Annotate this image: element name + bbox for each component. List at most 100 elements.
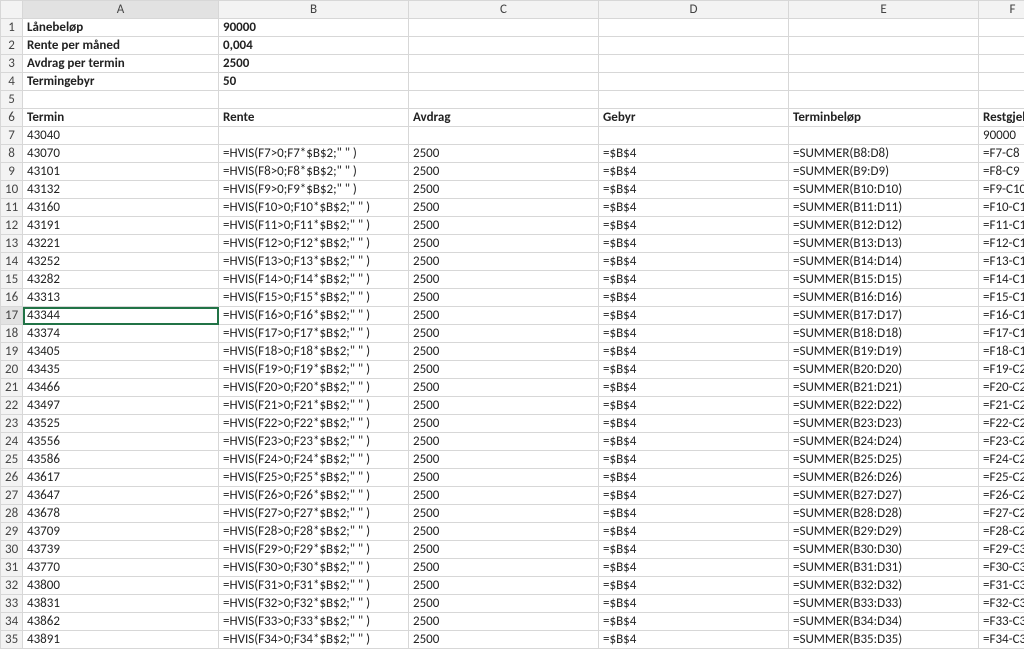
row-header-30[interactable]: 30 xyxy=(1,541,23,559)
cell-E13[interactable]: =SUMMER(B13:D13) xyxy=(789,235,979,253)
cell-E4[interactable] xyxy=(789,73,979,91)
cell-E10[interactable]: =SUMMER(B10:D10) xyxy=(789,181,979,199)
cell-A13[interactable]: 43221 xyxy=(23,235,219,253)
cell-B33[interactable]: =HVIS(F32>0;F32*$B$2;" " ) xyxy=(219,595,409,613)
cell-D8[interactable]: =$B$4 xyxy=(599,145,789,163)
cell-D15[interactable]: =$B$4 xyxy=(599,271,789,289)
cell-B1[interactable]: 90000 xyxy=(219,19,409,37)
cell-B23[interactable]: =HVIS(F22>0;F22*$B$2;" " ) xyxy=(219,415,409,433)
cell-D7[interactable] xyxy=(599,127,789,145)
column-header-D[interactable]: D xyxy=(599,1,789,19)
cell-D34[interactable]: =$B$4 xyxy=(599,613,789,631)
cell-F27[interactable]: =F26-C27 xyxy=(979,487,1024,505)
cell-C21[interactable]: 2500 xyxy=(409,379,599,397)
cell-F28[interactable]: =F27-C28 xyxy=(979,505,1024,523)
cell-E1[interactable] xyxy=(789,19,979,37)
row-header-19[interactable]: 19 xyxy=(1,343,23,361)
cell-E22[interactable]: =SUMMER(B22:D22) xyxy=(789,397,979,415)
cell-F23[interactable]: =F22-C23 xyxy=(979,415,1024,433)
cell-A5[interactable] xyxy=(23,91,219,109)
cell-D33[interactable]: =$B$4 xyxy=(599,595,789,613)
cell-E15[interactable]: =SUMMER(B15:D15) xyxy=(789,271,979,289)
cell-F32[interactable]: =F31-C32 xyxy=(979,577,1024,595)
cell-D35[interactable]: =$B$4 xyxy=(599,631,789,649)
cell-B26[interactable]: =HVIS(F25>0;F25*$B$2;" " ) xyxy=(219,469,409,487)
cell-D11[interactable]: =$B$4 xyxy=(599,199,789,217)
cell-D32[interactable]: =$B$4 xyxy=(599,577,789,595)
cell-F14[interactable]: =F13-C14 xyxy=(979,253,1024,271)
cell-C16[interactable]: 2500 xyxy=(409,289,599,307)
row-header-35[interactable]: 35 xyxy=(1,631,23,649)
row-header-32[interactable]: 32 xyxy=(1,577,23,595)
cell-B27[interactable]: =HVIS(F26>0;F26*$B$2;" " ) xyxy=(219,487,409,505)
cell-C31[interactable]: 2500 xyxy=(409,559,599,577)
cell-F5[interactable] xyxy=(979,91,1024,109)
cell-B29[interactable]: =HVIS(F28>0;F28*$B$2;" " ) xyxy=(219,523,409,541)
cell-B24[interactable]: =HVIS(F23>0;F23*$B$2;" " ) xyxy=(219,433,409,451)
cell-C27[interactable]: 2500 xyxy=(409,487,599,505)
cell-A35[interactable]: 43891 xyxy=(23,631,219,649)
cell-C2[interactable] xyxy=(409,37,599,55)
row-header-10[interactable]: 10 xyxy=(1,181,23,199)
cell-D24[interactable]: =$B$4 xyxy=(599,433,789,451)
cell-A33[interactable]: 43831 xyxy=(23,595,219,613)
row-header-22[interactable]: 22 xyxy=(1,397,23,415)
cell-C35[interactable]: 2500 xyxy=(409,631,599,649)
cell-B28[interactable]: =HVIS(F27>0;F27*$B$2;" " ) xyxy=(219,505,409,523)
cell-A23[interactable]: 43525 xyxy=(23,415,219,433)
cell-D16[interactable]: =$B$4 xyxy=(599,289,789,307)
cell-C12[interactable]: 2500 xyxy=(409,217,599,235)
cell-F22[interactable]: =F21-C22 xyxy=(979,397,1024,415)
cell-A9[interactable]: 43101 xyxy=(23,163,219,181)
cell-E5[interactable] xyxy=(789,91,979,109)
cell-D20[interactable]: =$B$4 xyxy=(599,361,789,379)
cell-F34[interactable]: =F33-C34 xyxy=(979,613,1024,631)
cell-F10[interactable]: =F9-C10 xyxy=(979,181,1024,199)
cell-C14[interactable]: 2500 xyxy=(409,253,599,271)
row-header-21[interactable]: 21 xyxy=(1,379,23,397)
row-header-11[interactable]: 11 xyxy=(1,199,23,217)
spreadsheet-grid[interactable]: ABCDEF 1Lånebeløp900002Rente per måned0,… xyxy=(0,0,1024,649)
cell-A3[interactable]: Avdrag per termin xyxy=(23,55,219,73)
cell-B10[interactable]: =HVIS(F9>0;F9*$B$2;" " ) xyxy=(219,181,409,199)
row-header-15[interactable]: 15 xyxy=(1,271,23,289)
cell-A19[interactable]: 43405 xyxy=(23,343,219,361)
cell-F7[interactable]: 90000 xyxy=(979,127,1024,145)
cell-F35[interactable]: =F34-C35 xyxy=(979,631,1024,649)
cell-F2[interactable] xyxy=(979,37,1024,55)
cell-F29[interactable]: =F28-C29 xyxy=(979,523,1024,541)
cell-F16[interactable]: =F15-C16 xyxy=(979,289,1024,307)
cell-E23[interactable]: =SUMMER(B23:D23) xyxy=(789,415,979,433)
cell-B16[interactable]: =HVIS(F15>0;F15*$B$2;" " ) xyxy=(219,289,409,307)
cell-B8[interactable]: =HVIS(F7>0;F7*$B$2;" " ) xyxy=(219,145,409,163)
cell-B35[interactable]: =HVIS(F34>0;F34*$B$2;" " ) xyxy=(219,631,409,649)
cell-C25[interactable]: 2500 xyxy=(409,451,599,469)
cell-B3[interactable]: 2500 xyxy=(219,55,409,73)
cell-B22[interactable]: =HVIS(F21>0;F21*$B$2;" " ) xyxy=(219,397,409,415)
cell-F6[interactable]: Restgjeld xyxy=(979,109,1024,127)
cell-E29[interactable]: =SUMMER(B29:D29) xyxy=(789,523,979,541)
cell-C3[interactable] xyxy=(409,55,599,73)
cell-D28[interactable]: =$B$4 xyxy=(599,505,789,523)
cell-B32[interactable]: =HVIS(F31>0;F31*$B$2;" " ) xyxy=(219,577,409,595)
cell-C30[interactable]: 2500 xyxy=(409,541,599,559)
cell-E7[interactable] xyxy=(789,127,979,145)
cell-C26[interactable]: 2500 xyxy=(409,469,599,487)
cell-F15[interactable]: =F14-C15 xyxy=(979,271,1024,289)
row-header-13[interactable]: 13 xyxy=(1,235,23,253)
cell-F19[interactable]: =F18-C19 xyxy=(979,343,1024,361)
column-header-A[interactable]: A xyxy=(23,1,219,19)
cell-F18[interactable]: =F17-C18 xyxy=(979,325,1024,343)
row-header-2[interactable]: 2 xyxy=(1,37,23,55)
cell-D12[interactable]: =$B$4 xyxy=(599,217,789,235)
cell-C4[interactable] xyxy=(409,73,599,91)
cell-C34[interactable]: 2500 xyxy=(409,613,599,631)
cell-B11[interactable]: =HVIS(F10>0;F10*$B$2;" " ) xyxy=(219,199,409,217)
cell-A29[interactable]: 43709 xyxy=(23,523,219,541)
cell-B2[interactable]: 0,004 xyxy=(219,37,409,55)
cell-E33[interactable]: =SUMMER(B33:D33) xyxy=(789,595,979,613)
cell-C13[interactable]: 2500 xyxy=(409,235,599,253)
cell-C9[interactable]: 2500 xyxy=(409,163,599,181)
cell-F20[interactable]: =F19-C20 xyxy=(979,361,1024,379)
cell-C7[interactable] xyxy=(409,127,599,145)
